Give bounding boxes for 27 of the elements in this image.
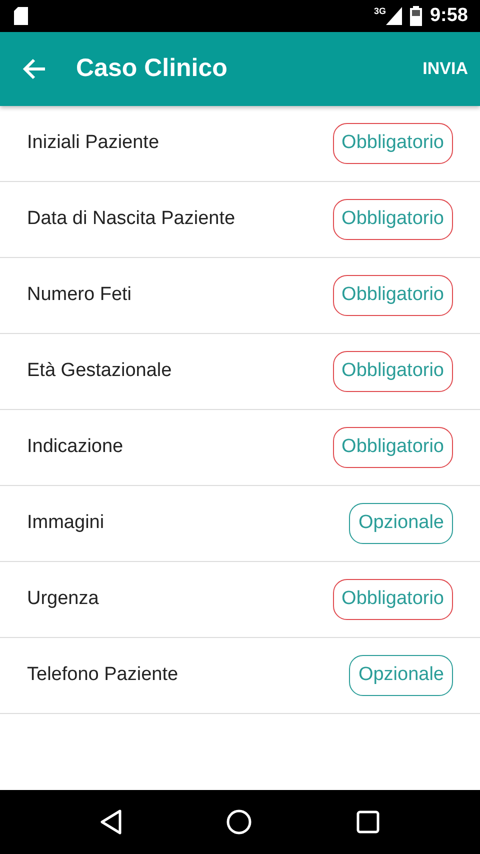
- field-label: Indicazione: [27, 435, 124, 460]
- required-badge[interactable]: Obbligatorio: [332, 199, 453, 240]
- recents-icon[interactable]: [356, 810, 380, 834]
- screen-title: Caso Clinico: [76, 53, 228, 84]
- required-badge[interactable]: Obbligatorio: [332, 351, 453, 392]
- send-button[interactable]: INVIA: [422, 52, 468, 86]
- optional-badge[interactable]: Opzionale: [349, 655, 453, 696]
- field-label: Iniziali Paziente: [27, 131, 160, 156]
- field-label: Data di Nascita Paziente: [27, 207, 236, 232]
- field-label: Numero Feti: [27, 283, 132, 308]
- field-label: Telefono Paziente: [27, 663, 178, 688]
- field-label: Età Gestazionale: [27, 359, 172, 384]
- field-label: Immagini: [27, 511, 104, 536]
- network-type: 3G: [374, 7, 386, 16]
- required-badge[interactable]: Obbligatorio: [332, 427, 453, 468]
- signal-icon: [386, 7, 402, 25]
- optional-badge[interactable]: Opzionale: [349, 503, 453, 544]
- clock-time: 9:58: [430, 4, 468, 28]
- required-badge[interactable]: Obbligatorio: [332, 275, 453, 316]
- battery-icon: [410, 6, 422, 26]
- required-badge[interactable]: Obbligatorio: [332, 123, 453, 164]
- back-arrow-icon[interactable]: [22, 58, 46, 80]
- required-badge[interactable]: Obbligatorio: [332, 579, 453, 620]
- field-label: Urgenza: [27, 587, 99, 612]
- back-icon[interactable]: [100, 809, 122, 835]
- home-icon[interactable]: [226, 809, 252, 835]
- sd-card-icon: [14, 7, 28, 25]
